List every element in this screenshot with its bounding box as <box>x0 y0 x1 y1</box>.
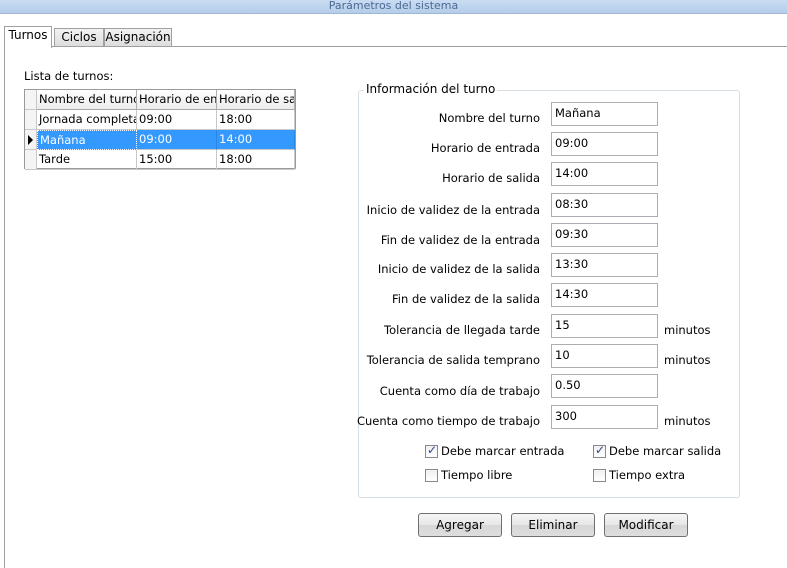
tab-divider <box>4 46 787 47</box>
work-day-count-input[interactable]: 0.50 <box>551 374 658 398</box>
field-label: Fin de validez de la salida <box>392 292 540 306</box>
column-header-start[interactable]: Horario de ent <box>137 90 217 110</box>
work-time-count-input[interactable]: 300 <box>551 405 658 429</box>
unit-label: minutos <box>664 353 711 367</box>
tab-ciclos[interactable]: Ciclos <box>54 28 104 47</box>
must-clock-out-checkbox[interactable] <box>593 443 606 458</box>
field-label: Horario de entrada <box>430 141 540 155</box>
column-header-name[interactable]: Nombre del turno <box>37 90 137 110</box>
field-label: Horario de salida <box>442 171 540 185</box>
unit-label: minutos <box>664 323 711 337</box>
grid-header: Nombre del turno Horario de ent Horario … <box>25 90 295 110</box>
checkbox-label: Tiempo extra <box>609 468 686 482</box>
exit-validity-end-input[interactable]: 14:30 <box>551 283 658 307</box>
entry-validity-start-input[interactable]: 08:30 <box>551 193 658 217</box>
shift-info-legend: Información del turno <box>364 82 498 96</box>
overtime-checkbox[interactable] <box>593 469 606 482</box>
row-header-corner <box>25 90 37 110</box>
cell-start[interactable]: 09:00 <box>137 130 217 150</box>
shift-name-input[interactable]: Mañana <box>551 102 658 126</box>
unit-label: minutos <box>664 414 711 428</box>
table-row-selected[interactable]: Mañana 09:00 14:00 <box>25 130 295 150</box>
field-label: Inicio de validez de la entrada <box>366 203 540 217</box>
field-label: Nombre del turno <box>438 111 540 125</box>
field-label: Inicio de validez de la salida <box>377 262 540 276</box>
field-label: Tolerancia de salida temprano <box>366 353 540 367</box>
row-header[interactable] <box>25 130 37 150</box>
field-label: Cuenta como día de trabajo <box>379 384 540 398</box>
late-arrival-tolerance-input[interactable]: 15 <box>551 314 658 338</box>
checkbox-label: Debe marcar salida <box>609 444 722 458</box>
delete-button[interactable]: Eliminar <box>511 513 595 537</box>
cell-name[interactable]: Jornada completa <box>37 110 137 130</box>
table-row[interactable]: Jornada completa 09:00 18:00 <box>25 110 295 130</box>
cell-end[interactable]: 14:00 <box>217 130 295 150</box>
checkbox-label: Tiempo libre <box>441 468 513 482</box>
exit-validity-start-input[interactable]: 13:30 <box>551 253 658 277</box>
end-time-input[interactable]: 14:00 <box>551 162 658 186</box>
tab-asignacion[interactable]: Asignación <box>104 28 172 47</box>
cell-start[interactable]: 09:00 <box>137 110 217 130</box>
panel-border <box>4 46 5 568</box>
field-label: Cuenta como tiempo de trabajo <box>356 414 540 428</box>
field-label: Fin de validez de la entrada <box>380 233 540 247</box>
cell-end[interactable]: 18:00 <box>217 150 295 170</box>
cell-name[interactable]: Mañana <box>37 130 137 150</box>
cell-end[interactable]: 18:00 <box>217 110 295 130</box>
checkbox-label: Debe marcar entrada <box>441 444 565 458</box>
tab-strip: Turnos Ciclos Asignación <box>4 26 787 48</box>
column-header-end[interactable]: Horario de sal <box>217 90 295 110</box>
cell-name[interactable]: Tarde <box>37 150 137 170</box>
cell-start[interactable]: 15:00 <box>137 150 217 170</box>
field-label: Tolerancia de llegada tarde <box>384 323 540 337</box>
shift-grid[interactable]: Nombre del turno Horario de ent Horario … <box>24 89 296 170</box>
table-row[interactable]: Tarde 15:00 18:00 <box>25 150 295 170</box>
modify-button[interactable]: Modificar <box>604 513 688 537</box>
early-exit-tolerance-input[interactable]: 10 <box>551 344 658 368</box>
shift-list-label: Lista de turnos: <box>24 69 114 83</box>
window-title: Parámetros del sistema <box>0 0 787 14</box>
row-header[interactable] <box>25 110 37 130</box>
start-time-input[interactable]: 09:00 <box>551 132 658 156</box>
row-header[interactable] <box>25 150 37 170</box>
free-time-checkbox[interactable] <box>425 469 438 482</box>
current-row-arrow-icon <box>28 135 33 145</box>
entry-validity-end-input[interactable]: 09:30 <box>551 223 658 247</box>
add-button[interactable]: Agregar <box>418 513 502 537</box>
must-clock-in-checkbox[interactable] <box>425 443 438 458</box>
tab-turnos[interactable]: Turnos <box>4 26 52 48</box>
